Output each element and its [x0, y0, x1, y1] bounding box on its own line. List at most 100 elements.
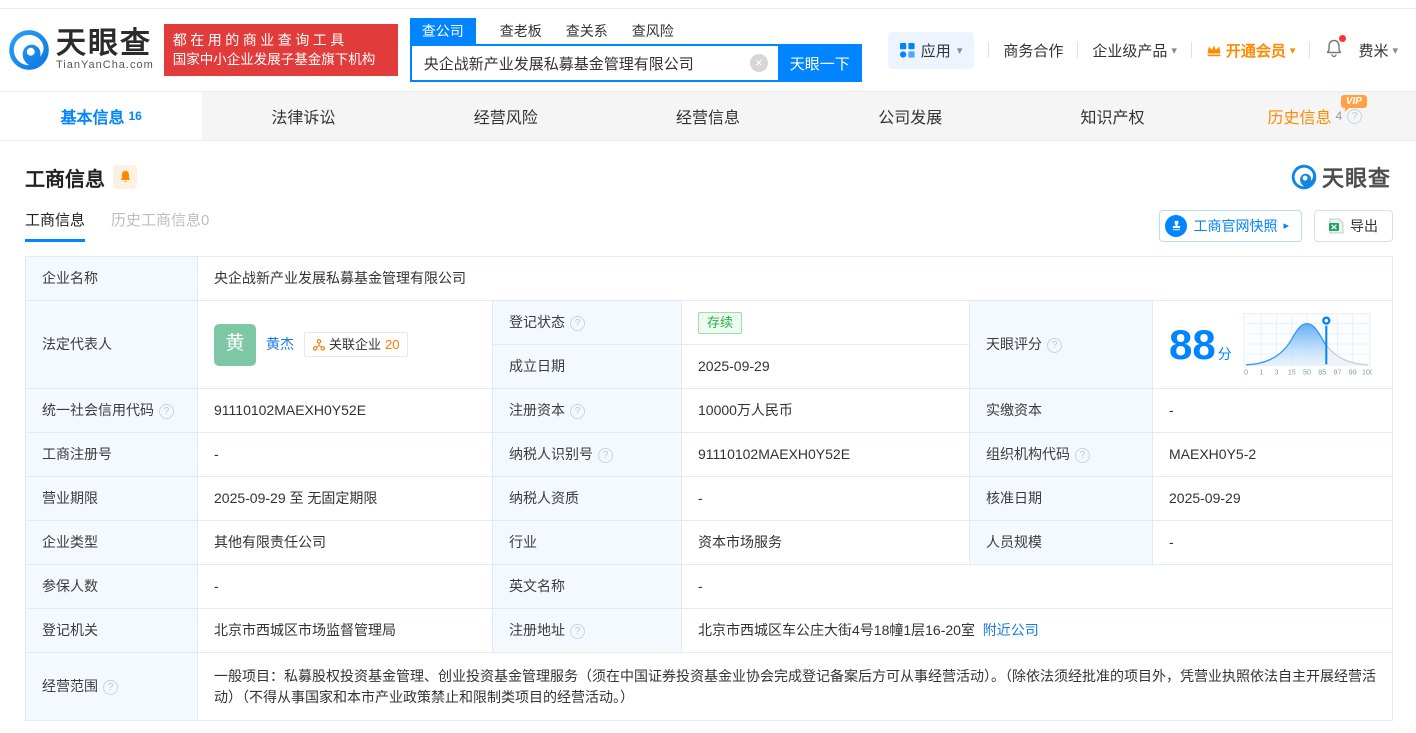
search-tab-boss[interactable]: 查老板: [500, 18, 542, 44]
apps-menu[interactable]: 应用 ▾: [887, 31, 975, 69]
svg-text:50: 50: [1303, 368, 1311, 376]
field-value-est-date: 2025-09-29: [681, 344, 970, 389]
help-icon[interactable]: ?: [598, 448, 613, 463]
field-label-reg-authority: 登记机关: [25, 608, 198, 653]
tab-operating-risk[interactable]: 经营风险: [405, 92, 607, 140]
search-block: 查公司 查老板 查关系 查风险 × 天眼一下: [409, 18, 862, 82]
search-input[interactable]: [409, 44, 778, 82]
export-button[interactable]: 导出: [1314, 209, 1393, 242]
help-icon[interactable]: ?: [103, 680, 118, 695]
chevron-down-icon: ▾: [1171, 44, 1177, 57]
field-label-company-type: 企业类型: [25, 520, 198, 565]
nav-cooperation[interactable]: 商务合作: [1003, 40, 1063, 61]
svg-text:15: 15: [1288, 368, 1296, 376]
header-nav: 应用 ▾ 商务合作 企业级产品 ▾ 开通会员 ▾ 费米 ▾: [887, 31, 1398, 69]
table-row: 经营范围? 一般项目：私募股权投资基金管理、创业投资基金管理服务（须在中国证券投…: [25, 652, 1393, 721]
tab-intellectual-property[interactable]: 知识产权: [1011, 92, 1213, 140]
tab-count: 4: [1335, 109, 1343, 123]
avatar[interactable]: 黄: [214, 323, 256, 366]
grid-icon: [899, 42, 915, 58]
tianyancha-swirl-icon: [9, 30, 49, 70]
subscribe-button[interactable]: [113, 165, 137, 189]
tab-history-info[interactable]: VIP 历史信息 4 ?: [1214, 92, 1416, 140]
svg-text:99: 99: [1348, 368, 1356, 376]
search-button[interactable]: 天眼一下: [777, 44, 862, 82]
search-tab-company[interactable]: 查公司: [409, 18, 476, 44]
field-label-industry: 行业: [492, 520, 682, 565]
field-label-reg-no: 工商注册号: [25, 432, 198, 477]
related-companies-badge[interactable]: 关联企业 20: [304, 331, 409, 358]
notifications-button[interactable]: [1324, 35, 1347, 62]
field-label-tyc-score: 天眼评分?: [969, 300, 1153, 389]
field-label-company-name: 企业名称: [25, 256, 198, 301]
tianyancha-logo[interactable]: 天眼查 TianYanCha.com: [8, 29, 154, 71]
search-tab-relation[interactable]: 查关系: [566, 18, 608, 44]
chevron-down-icon: ▾: [956, 44, 963, 57]
field-value-uscc: 91110102MAEXH0Y52E: [197, 388, 493, 433]
field-label-taxpayer-quality: 纳税人资质: [492, 476, 682, 521]
network-icon: [313, 338, 325, 351]
field-value-tyc-score: 88 分 0 1 3 15 50 85 97 99 10: [1152, 300, 1393, 389]
chevron-down-icon: ▾: [1289, 44, 1296, 57]
field-value-org-code: MAEXH0Y5-2: [1152, 432, 1393, 477]
subtab-history-business-info[interactable]: 历史工商信息0: [111, 209, 209, 242]
user-menu[interactable]: 费米 ▾: [1358, 40, 1398, 61]
help-icon[interactable]: ?: [570, 624, 585, 639]
field-label-taxpayer-id: 纳税人识别号?: [492, 432, 682, 477]
divider: [1077, 42, 1079, 58]
svg-text:85: 85: [1318, 368, 1326, 376]
field-label-english-name: 英文名称: [492, 564, 682, 609]
table-row: 法定代表人 黄 黄杰 关联企业 20 登记状态? 存续 天眼评分? 88 分 0…: [25, 300, 1393, 389]
svg-text:3: 3: [1274, 368, 1278, 376]
business-info-toolbar: 工商信息 历史工商信息0 工商官网快照 ▸ 导出: [0, 193, 1416, 254]
nearby-companies-link[interactable]: 附近公司: [983, 622, 1039, 638]
help-icon[interactable]: ?: [570, 404, 585, 419]
field-value-reg-capital: 10000万人民币: [681, 388, 970, 433]
vip-badge: VIP: [1340, 95, 1367, 112]
field-label-reg-capital: 注册资本?: [492, 388, 682, 433]
table-row: 参保人数 - 英文名称 -: [25, 564, 1393, 609]
tianyancha-watermark: 天眼查: [1291, 161, 1391, 193]
field-value-reg-no: -: [197, 432, 493, 477]
search-tabs: 查公司 查老板 查关系 查风险: [409, 18, 862, 44]
tab-legal-litigation[interactable]: 法律诉讼: [202, 92, 404, 140]
section-title: 工商信息: [25, 168, 105, 191]
field-label-business-scope: 经营范围?: [25, 652, 198, 721]
field-value-business-scope: 一般项目：私募股权投资基金管理、创业投资基金管理服务（须在中国证券投资基金业协会…: [197, 652, 1393, 721]
table-row: 企业名称 央企战新产业发展私募基金管理有限公司: [25, 256, 1393, 301]
nav-enterprise-products[interactable]: 企业级产品 ▾: [1092, 40, 1177, 61]
logo-text: 天眼查: [56, 27, 152, 60]
help-icon[interactable]: ?: [1075, 448, 1090, 463]
tab-operating-info[interactable]: 经营信息: [607, 92, 809, 140]
crown-icon: [1207, 45, 1221, 57]
stamp-icon: [1165, 214, 1188, 237]
help-icon[interactable]: ?: [570, 316, 585, 331]
legal-rep-link[interactable]: 黄杰: [266, 334, 294, 355]
field-label-insured: 参保人数: [25, 564, 198, 609]
field-value-term: 2025-09-29 至 无固定期限: [197, 476, 493, 521]
field-label-reg-status: 登记状态?: [492, 300, 682, 345]
logo-domain: TianYanCha.com: [56, 59, 154, 71]
status-badge: 存续: [698, 311, 743, 334]
field-value-company-type: 其他有限责任公司: [197, 520, 493, 565]
tab-basic-info[interactable]: 基本信息 16: [0, 92, 203, 140]
help-icon[interactable]: ?: [159, 404, 174, 419]
table-row: 企业类型 其他有限责任公司 行业 资本市场服务 人员规模 -: [25, 520, 1393, 565]
search-tab-risk[interactable]: 查风险: [632, 18, 674, 44]
help-icon[interactable]: ?: [1047, 338, 1062, 353]
field-value-insured: -: [197, 564, 493, 609]
tab-company-development[interactable]: 公司发展: [809, 92, 1011, 140]
field-value-staff-size: -: [1152, 520, 1393, 565]
field-value-taxpayer-id: 91110102MAEXH0Y52E: [681, 432, 970, 477]
divider: [1190, 42, 1192, 58]
apps-label: 应用: [920, 42, 951, 60]
subtab-business-info[interactable]: 工商信息: [25, 209, 86, 242]
field-label-staff-size: 人员规模: [969, 520, 1153, 565]
score-distribution-chart: 0 1 3 15 50 85 97 99 100: [1243, 312, 1372, 376]
open-vip-button[interactable]: 开通会员 ▾: [1206, 40, 1296, 61]
field-value-address: 北京市西城区车公庄大街4号18幢1层16-20室 附近公司: [681, 608, 1393, 653]
official-snapshot-button[interactable]: 工商官网快照 ▸: [1159, 209, 1302, 242]
field-value-reg-authority: 北京市西城区市场监督管理局: [197, 608, 493, 653]
clear-icon[interactable]: ×: [749, 54, 768, 72]
table-row: 登记机关 北京市西城区市场监督管理局 注册地址? 北京市西城区车公庄大街4号18…: [25, 608, 1393, 653]
